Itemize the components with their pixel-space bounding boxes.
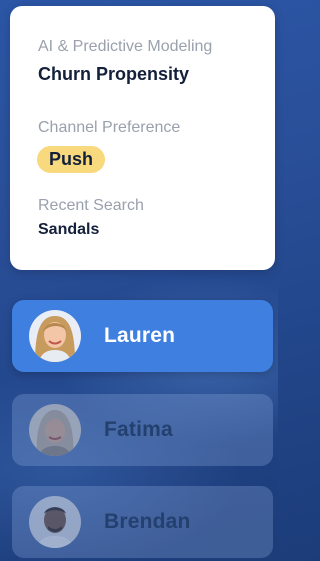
person-name: Fatima	[104, 418, 173, 441]
search-value: Sandals	[38, 221, 100, 238]
model-value: Churn Propensity	[38, 64, 190, 84]
person-item-lauren[interactable]: Lauren	[12, 300, 273, 372]
avatar	[29, 404, 81, 456]
channel-label: Channel Preference	[38, 119, 181, 136]
avatar	[29, 310, 81, 362]
channel-badge: Push	[37, 146, 106, 173]
model-label: AI & Predictive Modeling	[38, 38, 213, 55]
avatar	[29, 496, 81, 548]
person-item-fatima[interactable]: Fatima	[12, 394, 273, 466]
person-item-brendan[interactable]: Brendan	[12, 486, 273, 558]
search-label: Recent Search	[38, 197, 144, 214]
person-name: Lauren	[104, 324, 176, 347]
customer-profile-card: AI & Predictive Modeling Churn Propensit…	[10, 6, 275, 270]
person-name: Brendan	[104, 510, 191, 533]
